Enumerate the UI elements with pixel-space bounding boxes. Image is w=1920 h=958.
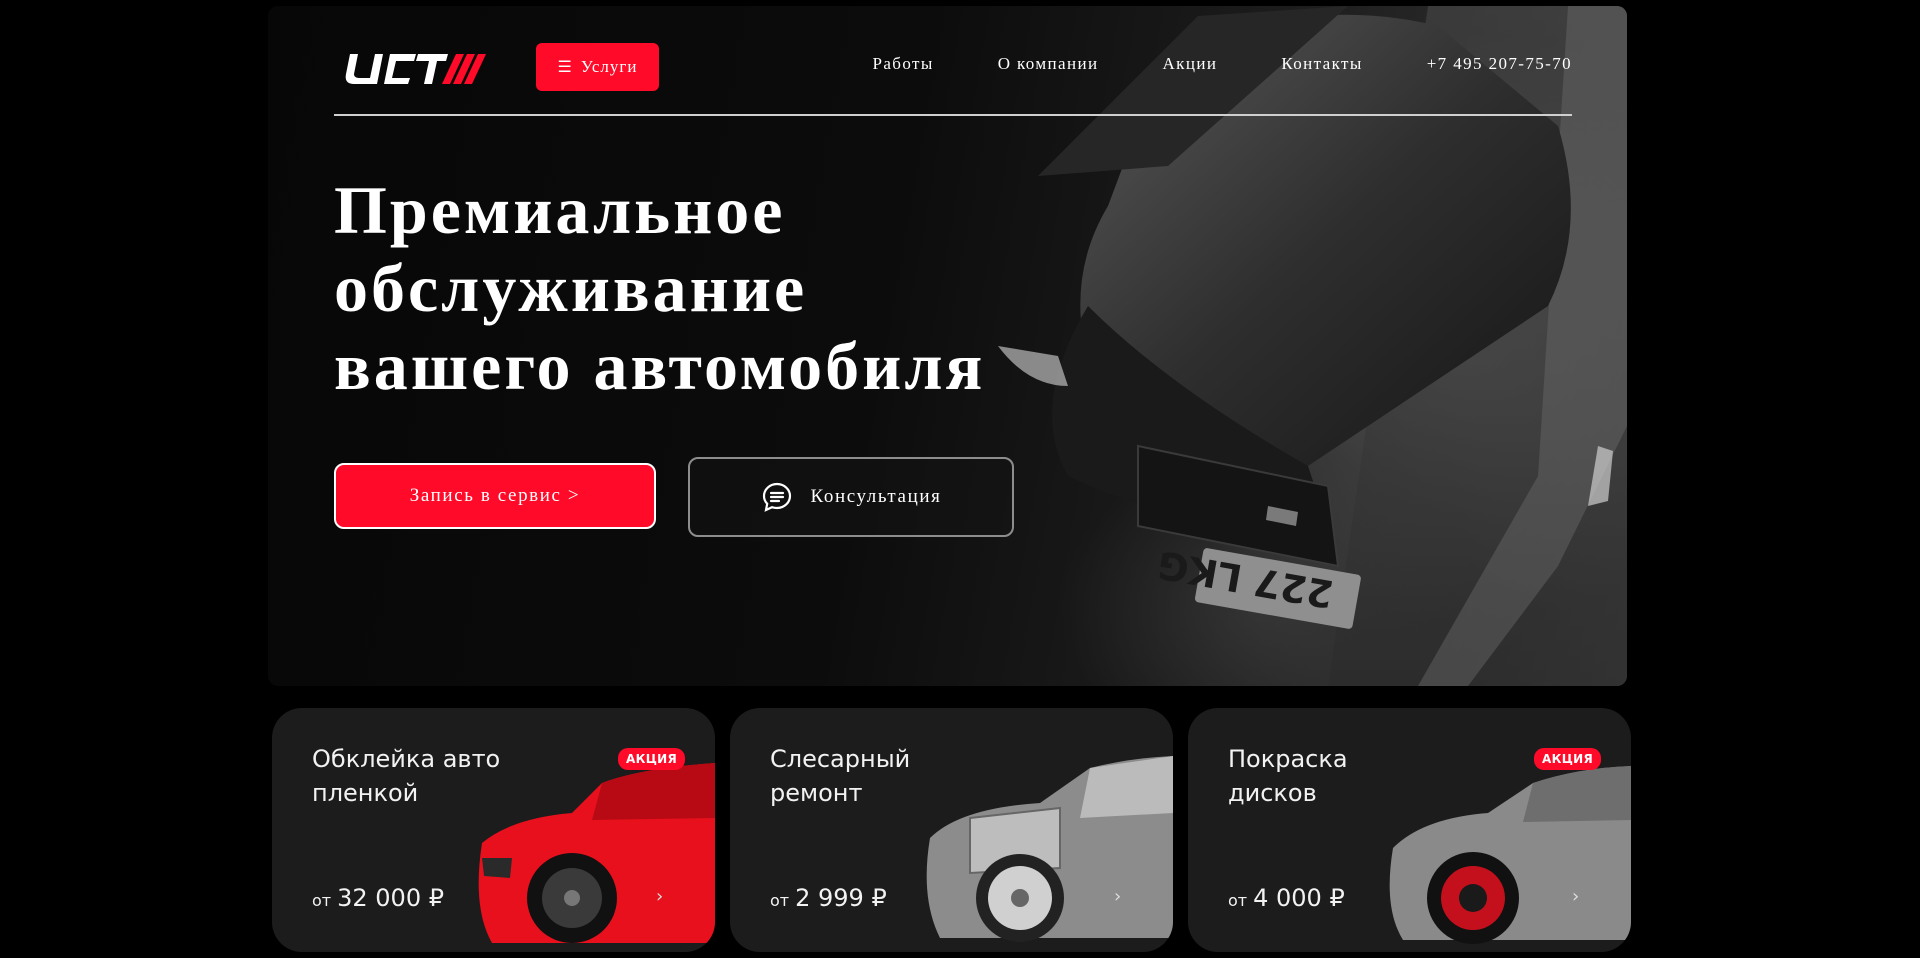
- service-card-wrap[interactable]: Обклейка авто пленкой АКЦИЯ от 32 000 ₽ ›: [272, 708, 715, 952]
- hamburger-icon: ☰: [557, 59, 573, 76]
- hero-title-line: вашего автомобиля: [334, 328, 986, 404]
- main-nav: Работы О компании Акции Контакты +7 495 …: [809, 54, 1573, 74]
- service-card-wrap[interactable]: Покраска дисков АКЦИЯ от 4 000 ₽ ›: [1188, 708, 1631, 952]
- nav-item-about[interactable]: О компании: [998, 54, 1099, 74]
- consultation-label: Консультация: [810, 486, 942, 507]
- card-title: Покраска дисков: [1228, 745, 1348, 807]
- card-title: Слесарный ремонт: [770, 745, 911, 807]
- site-header: ☰ Услуги Работы О компании Акции Контакт…: [334, 34, 1572, 116]
- chat-icon: [762, 482, 791, 512]
- card-price: от 32 000 ₽: [312, 884, 444, 912]
- phone-link[interactable]: +7 495 207-75-70: [1427, 54, 1572, 74]
- nav-item-works[interactable]: Работы: [873, 54, 934, 74]
- price-value: 2 999 ₽: [795, 884, 887, 912]
- price-prefix: от: [312, 891, 332, 910]
- card-price: от 4 000 ₽: [1228, 884, 1345, 912]
- chevron-right-icon[interactable]: ›: [656, 886, 663, 907]
- hero-title: Премиальное обслуживание вашего автомоби…: [334, 171, 1094, 405]
- page: 227 LKG ☰ Услуги Работы О компании Акции…: [0, 0, 1920, 958]
- hero-title-line: обслуживание: [334, 250, 808, 326]
- promo-badge: АКЦИЯ: [618, 748, 686, 770]
- services-label: Услуги: [580, 57, 638, 76]
- services-menu-button[interactable]: ☰ Услуги: [536, 43, 659, 91]
- consultation-button[interactable]: Консультация: [688, 457, 1014, 537]
- hero-banner: 227 LKG ☰ Услуги Работы О компании Акции…: [268, 6, 1627, 686]
- price-value: 32 000 ₽: [337, 884, 444, 912]
- price-prefix: от: [770, 891, 790, 910]
- price-value: 4 000 ₽: [1253, 884, 1345, 912]
- hero-title-line: Премиальное: [334, 172, 786, 248]
- service-card-wrap[interactable]: Слесарный ремонт от 2 999 ₽ ›: [730, 708, 1173, 952]
- card-price: от 2 999 ₽: [770, 884, 887, 912]
- service-cards: Обклейка авто пленкой АКЦИЯ от 32 000 ₽ ›…: [272, 708, 1632, 952]
- nav-item-contacts[interactable]: Контакты: [1281, 54, 1362, 74]
- price-prefix: от: [1228, 891, 1248, 910]
- chevron-right-icon[interactable]: ›: [1572, 886, 1579, 907]
- card-title: Обклейка авто пленкой: [312, 745, 501, 807]
- nav-item-promotions[interactable]: Акции: [1162, 54, 1217, 74]
- promo-badge: АКЦИЯ: [1534, 748, 1602, 770]
- chevron-right-icon[interactable]: ›: [1114, 886, 1121, 907]
- logo[interactable]: [344, 52, 489, 86]
- book-service-button[interactable]: Запись в сервис >: [334, 463, 656, 529]
